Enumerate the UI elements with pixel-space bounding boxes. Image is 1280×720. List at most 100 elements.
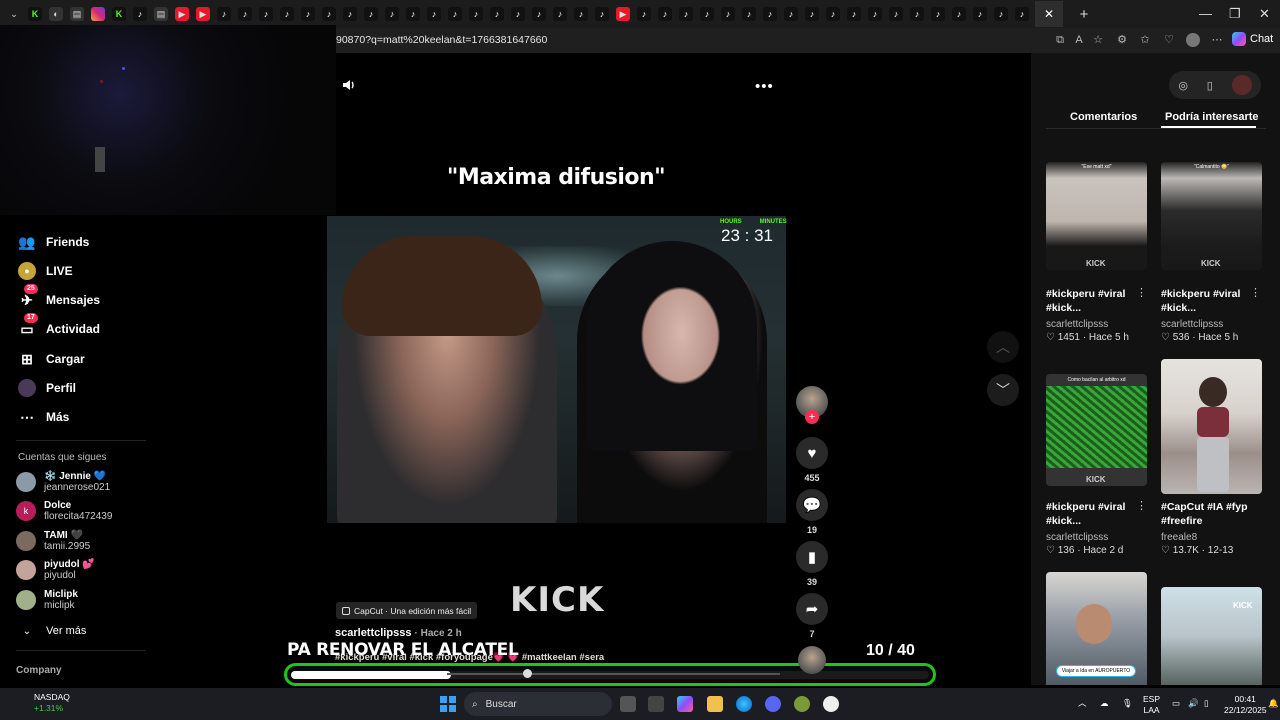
sidebar-item-more[interactable]: ⋯ Más <box>18 408 69 426</box>
extensions-icon[interactable]: ⚙ <box>1115 33 1129 47</box>
youtube-tab-icon[interactable]: ▶ <box>175 7 189 21</box>
store-icon[interactable] <box>648 696 664 712</box>
video-card-user[interactable]: freeale8 <box>1161 532 1197 543</box>
video-frame[interactable] <box>327 216 786 523</box>
tab-list-icon[interactable]: ⌄ <box>7 7 21 21</box>
tiktok-tab-icon[interactable]: ♪ <box>595 7 609 21</box>
favorites-icon[interactable]: ✩ <box>1138 33 1152 47</box>
favorite-star-icon[interactable]: ☆ <box>1091 33 1105 47</box>
tiktok-tab-icon[interactable]: ♪ <box>322 7 336 21</box>
video-scrubber[interactable] <box>447 673 780 675</box>
network-icon[interactable]: ▭ <box>1172 698 1180 709</box>
video-card-thumbnail[interactable] <box>1161 359 1262 494</box>
previous-video-button[interactable]: ︿ <box>987 331 1019 363</box>
youtube-tab-icon[interactable]: ▶ <box>196 7 210 21</box>
video-card-title[interactable]: #kickperu #viral #kick... <box>1046 287 1136 315</box>
tiktok-tab-icon[interactable]: ♪ <box>301 7 315 21</box>
video-card-user[interactable]: scarlettclipsss <box>1046 532 1108 543</box>
compass-icon[interactable]: ◎ <box>1178 79 1188 92</box>
copilot-taskbar-icon[interactable] <box>677 696 693 712</box>
following-item[interactable]: ❄️ Jennie 💙 jeannerose021 <box>16 471 110 493</box>
video-scrubber-knob[interactable] <box>522 669 532 678</box>
tab-comments[interactable]: Comentarios <box>1070 111 1137 123</box>
card-more-icon[interactable]: ⋮ <box>1136 499 1147 512</box>
video-card-title[interactable]: #CapCut #IA #fyp #freefire <box>1161 500 1251 528</box>
tiktok-tab-icon[interactable]: ♪ <box>805 7 819 21</box>
tiktok-tab-icon[interactable]: ♪ <box>889 7 903 21</box>
sidebar-item-upload[interactable]: ⊞ Cargar <box>18 350 85 368</box>
tiktok-tab-icon[interactable]: ♪ <box>763 7 777 21</box>
share-button[interactable]: ➦ 7 <box>796 593 828 639</box>
cloud-icon[interactable]: ☁ <box>1100 698 1109 709</box>
more-options-icon[interactable]: ••• <box>755 78 774 95</box>
tiktok-tab-icon[interactable]: ♪ <box>469 7 483 21</box>
tiktok-tab-icon[interactable]: ♪ <box>826 7 840 21</box>
browser-essentials-icon[interactable]: ♡ <box>1162 33 1176 47</box>
copilot-chat-button[interactable]: Chat <box>1232 32 1273 46</box>
tiktok-tab-icon[interactable]: ♪ <box>952 7 966 21</box>
tiktok-tab-icon[interactable]: ♪ <box>742 7 756 21</box>
video-card-user[interactable]: scarlettclipsss <box>1046 319 1108 330</box>
tiktok-tab-icon[interactable]: ♪ <box>406 7 420 21</box>
taskbar-search[interactable]: ⌕ Buscar <box>464 692 612 716</box>
tiktok-tab-icon[interactable]: ♪ <box>238 7 252 21</box>
tiktok-tab-icon[interactable]: ♪ <box>931 7 945 21</box>
card-more-icon[interactable]: ⋮ <box>1136 286 1147 299</box>
translate-icon[interactable]: A <box>1072 33 1086 47</box>
video-card-title[interactable]: #kickperu #viral #kick... <box>1046 500 1136 528</box>
tiktok-tab-icon[interactable]: ♪ <box>427 7 441 21</box>
video-card-thumbnail[interactable]: Como bacilan al arbitro xd KICK <box>1046 374 1147 486</box>
obs-icon[interactable] <box>823 696 839 712</box>
tiktok-tab-icon[interactable]: ♪ <box>364 7 378 21</box>
video-card-thumbnail[interactable]: "Calmantito 😳" KICK <box>1161 162 1262 270</box>
tiktok-tab-icon[interactable]: ♪ <box>511 7 525 21</box>
following-item[interactable]: piyudol 💕 piyudol <box>16 559 95 581</box>
language-indicator[interactable]: ESP LAA <box>1143 694 1160 716</box>
clock[interactable]: 00:41 22/12/2025 <box>1224 694 1267 716</box>
new-tab-button[interactable]: + <box>1077 6 1091 23</box>
comment-button[interactable]: 💬 19 <box>796 489 828 535</box>
tab-recommended[interactable]: Podría interesarte <box>1165 111 1259 123</box>
minimize-icon[interactable]: — <box>1199 6 1212 21</box>
tiktok-tab-icon[interactable]: ♪ <box>637 7 651 21</box>
tiktok-tab-icon[interactable]: ♪ <box>700 7 714 21</box>
follow-plus-icon[interactable]: + <box>805 410 819 424</box>
like-button[interactable]: ♥ 455 <box>796 437 828 483</box>
kick-tab-icon[interactable]: K <box>112 7 126 21</box>
capcut-tag[interactable]: CapCut · Una edición más fácil <box>336 602 478 619</box>
app-icon[interactable] <box>794 696 810 712</box>
save-button[interactable]: ▮ 39 <box>796 541 828 587</box>
video-author[interactable]: scarlettclipsss · Hace 2 h <box>335 627 462 639</box>
tiktok-tab-icon[interactable]: ♪ <box>973 7 987 21</box>
stock-widget[interactable]: NASDAQ +1.31% <box>14 692 70 714</box>
tab-close-icon[interactable]: ✕ <box>1044 7 1054 21</box>
edge-icon[interactable] <box>736 696 752 712</box>
tiktok-tab-icon[interactable]: ♪ <box>847 7 861 21</box>
following-item[interactable]: k Dolce florecita472439 <box>16 500 112 522</box>
tiktok-tab-icon[interactable]: ♪ <box>994 7 1008 21</box>
profile-avatar-icon[interactable] <box>1186 33 1200 47</box>
tiktok-tab-icon[interactable]: ♪ <box>280 7 294 21</box>
microphone-icon[interactable]: 🎙 <box>1122 698 1133 709</box>
tiktok-tab-icon[interactable]: ♪ <box>448 7 462 21</box>
active-tab[interactable]: ✕ <box>1035 1 1063 27</box>
tiktok-tab-icon[interactable]: ♪ <box>259 7 273 21</box>
open-app-icon[interactable]: ⧉ <box>1053 33 1067 47</box>
restore-icon[interactable]: ❐ <box>1229 6 1241 22</box>
device-icon[interactable]: ▯ <box>1207 79 1213 92</box>
discord-icon[interactable] <box>765 696 781 712</box>
page-tab-icon[interactable]: ▤ <box>154 7 168 21</box>
tiktok-tab-icon[interactable]: ♪ <box>721 7 735 21</box>
video-card-title[interactable]: #kickperu #viral #kick... <box>1161 287 1251 315</box>
tiktok-tab-icon[interactable]: ♪ <box>679 7 693 21</box>
tiktok-tab-icon[interactable]: ♪ <box>910 7 924 21</box>
windows-start-icon[interactable] <box>440 696 456 712</box>
tiktok-tab-icon[interactable]: ♪ <box>217 7 231 21</box>
sidebar-item-live[interactable]: ● LIVE <box>18 262 73 280</box>
sidebar-item-activity[interactable]: ▭ 17 Actividad <box>18 313 100 338</box>
file-explorer-icon[interactable] <box>707 696 723 712</box>
instagram-tab-icon[interactable] <box>91 7 105 21</box>
video-card-thumbnail[interactable]: Viajar a Ida en AUROPUERTO <box>1046 572 1147 685</box>
tiktok-tab-icon[interactable]: ♪ <box>490 7 504 21</box>
following-item[interactable]: Miclipk miclipk <box>16 589 78 611</box>
